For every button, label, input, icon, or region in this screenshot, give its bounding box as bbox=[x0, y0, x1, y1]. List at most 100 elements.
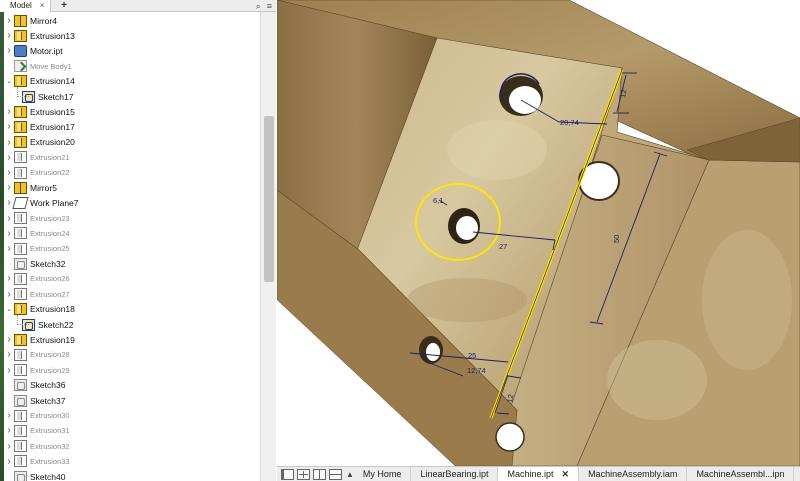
dim-12-74: 12,74 bbox=[467, 366, 486, 375]
close-tab-icon[interactable]: ✕ bbox=[562, 467, 570, 481]
tree-item-extrusion22[interactable]: › Extrusion22 bbox=[4, 165, 70, 180]
extrusion-icon bbox=[14, 75, 27, 88]
tree-item-label: Extrusion33 bbox=[30, 456, 70, 466]
graphics-viewport[interactable]: 12 20,74 6,1 27 50 25 12,74 12 bbox=[277, 0, 800, 466]
derived-part-icon bbox=[14, 44, 27, 57]
extrusion-icon bbox=[14, 212, 27, 225]
chevron-right-icon[interactable]: › bbox=[4, 13, 14, 28]
chevron-right-icon[interactable]: › bbox=[4, 28, 14, 43]
tree-item-label: Extrusion32 bbox=[30, 441, 70, 451]
open-documents-menu-icon[interactable]: ▲ bbox=[346, 467, 354, 481]
tree-item-extrusion32[interactable]: › Extrusion32 bbox=[4, 439, 70, 454]
chevron-down-icon[interactable]: ⌄ bbox=[4, 302, 14, 317]
tree-item-work-plane7[interactable]: › Work Plane7 bbox=[4, 195, 79, 210]
vertical-split-icon[interactable] bbox=[313, 468, 326, 480]
chevron-right-icon[interactable]: › bbox=[4, 211, 14, 226]
extrusion-icon bbox=[14, 424, 27, 437]
chevron-down-icon[interactable]: ⌄ bbox=[4, 74, 14, 89]
tab-model[interactable]: Model × bbox=[0, 0, 52, 12]
tree-item-extrusion14[interactable]: ⌄ Extrusion14 bbox=[4, 74, 75, 89]
tree-item-sketch32[interactable]: Sketch32 bbox=[4, 256, 65, 271]
move-body-icon bbox=[14, 60, 27, 73]
tree-item-extrusion19[interactable]: › Extrusion19 bbox=[4, 332, 75, 347]
sketch-icon bbox=[14, 257, 27, 270]
tree-guide-line bbox=[17, 324, 29, 325]
tree-item-motor-ipt[interactable]: › Motor.ipt bbox=[4, 43, 63, 58]
tree-item-sketch36[interactable]: Sketch36 bbox=[4, 378, 65, 393]
tree-item-extrusion29[interactable]: › Extrusion29 bbox=[4, 363, 70, 378]
chevron-right-icon[interactable]: › bbox=[4, 408, 14, 423]
tab-machineassembly-iam[interactable]: MachineAssembly.iam bbox=[579, 467, 688, 481]
dim-25: 25 bbox=[468, 351, 476, 360]
horizontal-split-icon[interactable] bbox=[329, 468, 342, 480]
grid-icon[interactable] bbox=[297, 468, 310, 480]
tree-item-extrusion17[interactable]: › Extrusion17 bbox=[4, 119, 75, 134]
tree-item-sketch37[interactable]: Sketch37 bbox=[4, 393, 65, 408]
tree-guide-line bbox=[17, 96, 29, 97]
chevron-right-icon[interactable]: › bbox=[4, 150, 14, 165]
tree-item-mirror5[interactable]: › Mirror5 bbox=[4, 180, 57, 195]
sketch-icon bbox=[14, 379, 27, 392]
chevron-right-icon[interactable]: › bbox=[4, 43, 14, 58]
chevron-right-icon[interactable]: › bbox=[4, 104, 14, 119]
tree-item-extrusion23[interactable]: › Extrusion23 bbox=[4, 211, 70, 226]
menu-icon[interactable]: ≡ bbox=[267, 1, 272, 11]
chevron-right-icon[interactable]: › bbox=[4, 241, 14, 256]
tree-item-label: Extrusion26 bbox=[30, 274, 70, 284]
chevron-right-icon[interactable]: › bbox=[4, 332, 14, 347]
model-view: 12 20,74 6,1 27 50 25 12,74 12 bbox=[277, 0, 800, 466]
tree-item-label: Extrusion14 bbox=[30, 76, 75, 87]
tab-overflow[interactable]: Mo bbox=[794, 467, 800, 481]
tree-item-mirror4[interactable]: › Mirror4 bbox=[4, 13, 57, 28]
mirror-icon bbox=[14, 181, 27, 194]
tree-item-extrusion13[interactable]: › Extrusion13 bbox=[4, 28, 75, 43]
browser-tab-bar: Model × + ⌕ ≡ bbox=[0, 0, 276, 12]
dim-50: 50 bbox=[612, 235, 621, 243]
chevron-right-icon[interactable]: › bbox=[4, 439, 14, 454]
tree-item-extrusion26[interactable]: › Extrusion26 bbox=[4, 271, 70, 286]
chevron-right-icon[interactable]: › bbox=[4, 423, 14, 438]
chevron-right-icon[interactable]: › bbox=[4, 347, 14, 362]
tree-item-label: Extrusion29 bbox=[30, 365, 70, 375]
extrusion-icon bbox=[14, 272, 27, 285]
tree-item-extrusion18[interactable]: ⌄ Extrusion18 bbox=[4, 302, 75, 317]
tree-item-label: Extrusion18 bbox=[30, 304, 75, 315]
tree-item-extrusion20[interactable]: › Extrusion20 bbox=[4, 135, 75, 150]
chevron-right-icon[interactable]: › bbox=[4, 287, 14, 302]
chevron-right-icon[interactable]: › bbox=[4, 271, 14, 286]
chevron-right-icon[interactable]: › bbox=[4, 165, 14, 180]
tree-item-extrusion25[interactable]: › Extrusion25 bbox=[4, 241, 70, 256]
tree-item-extrusion31[interactable]: › Extrusion31 bbox=[4, 423, 70, 438]
chevron-right-icon[interactable]: › bbox=[4, 454, 14, 469]
feature-tree: › Mirror4 › Extrusion13 › Motor.ipt Move Body1… bbox=[4, 12, 260, 481]
tile-icon[interactable] bbox=[281, 468, 294, 480]
tree-item-label: Motor.ipt bbox=[30, 45, 63, 56]
chevron-right-icon[interactable]: › bbox=[4, 135, 14, 150]
tab-close-icon[interactable]: × bbox=[40, 0, 45, 12]
chevron-right-icon[interactable]: › bbox=[4, 226, 14, 241]
tab-machineassembly-ipn[interactable]: MachineAssembl...ipn bbox=[687, 467, 795, 481]
tree-item-extrusion27[interactable]: › Extrusion27 bbox=[4, 287, 70, 302]
scrollbar-thumb[interactable] bbox=[264, 116, 274, 282]
tree-item-extrusion28[interactable]: › Extrusion28 bbox=[4, 347, 70, 362]
extrusion-icon bbox=[14, 288, 27, 301]
add-tab-button[interactable]: + bbox=[58, 0, 70, 12]
chevron-right-icon[interactable]: › bbox=[4, 363, 14, 378]
extrusion-icon bbox=[14, 151, 27, 164]
tab-linearbearing[interactable]: LinearBearing.ipt bbox=[411, 467, 499, 481]
tree-item-extrusion24[interactable]: › Extrusion24 bbox=[4, 226, 70, 241]
search-icon[interactable]: ⌕ bbox=[256, 1, 261, 11]
tab-my-home[interactable]: My Home bbox=[354, 467, 412, 481]
chevron-right-icon[interactable]: › bbox=[4, 119, 14, 134]
tree-item-extrusion33[interactable]: › Extrusion33 bbox=[4, 454, 70, 469]
tab-machine-ipt[interactable]: Machine.ipt ✕ bbox=[498, 467, 580, 481]
dim-27: 27 bbox=[499, 242, 507, 251]
tree-item-extrusion30[interactable]: › Extrusion30 bbox=[4, 408, 70, 423]
tree-item-move-body1[interactable]: Move Body1 bbox=[4, 59, 72, 74]
tree-item-sketch40[interactable]: Sketch40 bbox=[4, 469, 65, 481]
tree-scrollbar[interactable] bbox=[260, 12, 276, 481]
tree-item-extrusion21[interactable]: › Extrusion21 bbox=[4, 150, 70, 165]
chevron-right-icon[interactable]: › bbox=[4, 180, 14, 195]
tree-item-extrusion15[interactable]: › Extrusion15 bbox=[4, 104, 75, 119]
